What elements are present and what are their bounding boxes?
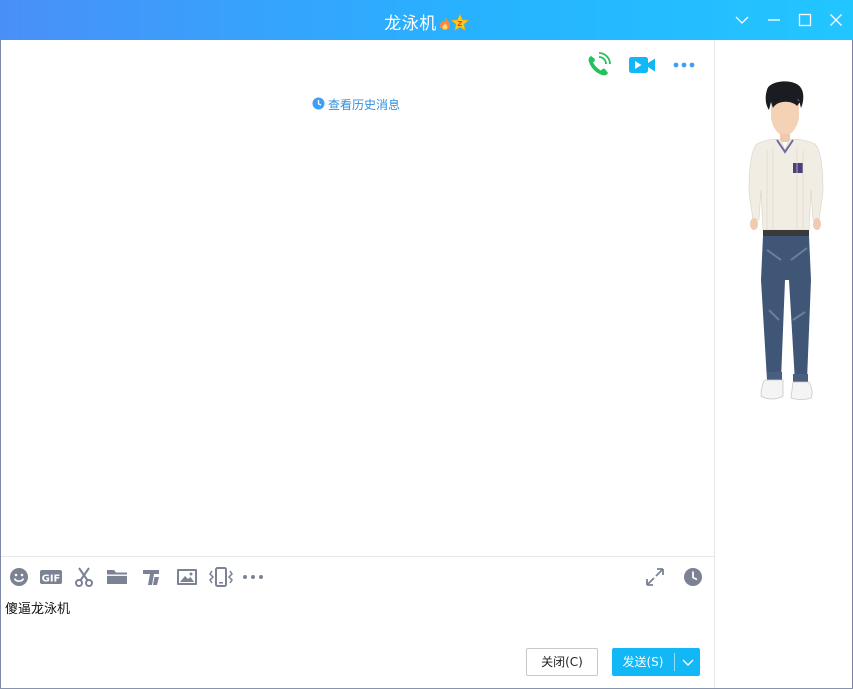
shake-window-icon[interactable] [208,566,234,588]
minimize-icon[interactable] [764,10,784,30]
screenshot-scissors-icon[interactable] [73,566,95,588]
more-icon[interactable] [670,52,700,78]
message-area[interactable] [1,40,714,556]
input-toolbar: GIF [1,556,714,597]
history-link-label: 查看历史消息 [328,98,401,112]
image-icon[interactable] [175,566,199,588]
send-options-chevron-icon[interactable] [676,648,700,676]
svg-text:Z: Z [457,20,463,28]
more-tools-icon[interactable] [241,566,265,588]
clock-icon [312,97,325,113]
send-button-label: 发送(S) [622,655,664,669]
send-button[interactable]: 发送(S) [612,648,700,676]
star-icon: Z [450,13,469,36]
send-button-divider [674,653,675,671]
close-button[interactable]: 关闭(C) [526,648,598,676]
contact-name: 龙泳机 [384,14,437,34]
show-avatar-figure [748,81,824,400]
maximize-icon[interactable] [795,10,815,30]
font-icon[interactable] [140,566,162,588]
svg-text:GIF: GIF [42,574,61,585]
folder-icon[interactable] [105,566,129,588]
voice-call-icon[interactable] [584,52,614,78]
video-call-icon[interactable] [627,52,657,78]
message-input[interactable]: 傻逼龙泳机 [1,596,714,688]
flame-icon [439,15,451,36]
title-bar: 龙泳机 Z [0,0,853,40]
gif-icon[interactable]: GIF [39,566,63,588]
window-title: 龙泳机 Z [0,9,853,36]
history-link[interactable]: 查看历史消息 [312,96,400,113]
expand-icon[interactable] [644,566,666,588]
show-panel [714,40,853,688]
emoji-icon[interactable] [8,566,30,588]
collapse-icon[interactable] [732,10,752,30]
window-border-left [0,40,1,689]
close-icon[interactable] [826,10,846,30]
message-input-text[interactable]: 傻逼龙泳机 [5,598,70,617]
history-clock-icon[interactable] [682,566,704,588]
